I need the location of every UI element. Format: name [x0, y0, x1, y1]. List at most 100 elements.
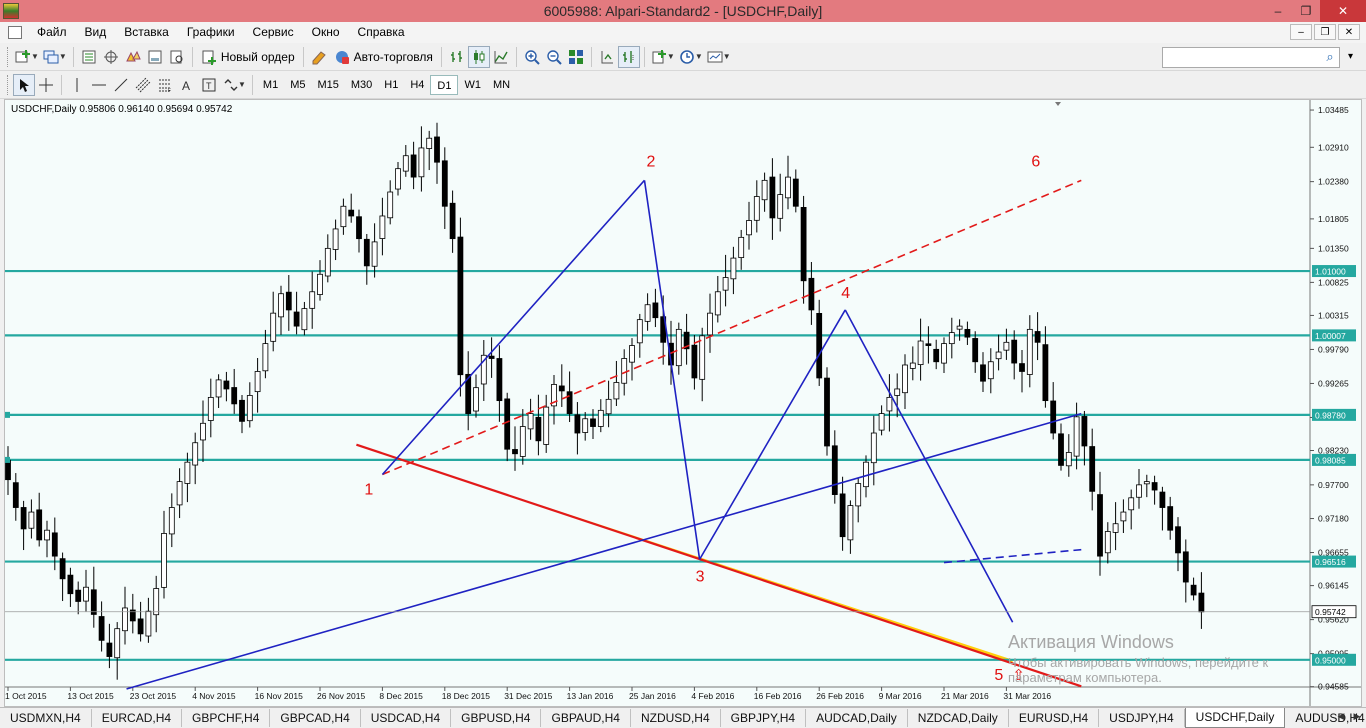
auto-scroll-button[interactable] — [596, 46, 618, 68]
price-chart[interactable]: 1.03485 1.02910 1.02380 1.01805 1.01350 1.008… — [5, 100, 1362, 707]
menu-help[interactable]: Справка — [349, 22, 414, 43]
timeframe-m1-button[interactable]: M1 — [257, 75, 284, 95]
chart-tab-audcad-daily[interactable]: AUDCAD,Daily — [806, 709, 908, 727]
menu-insert[interactable]: Вставка — [115, 22, 178, 43]
chart-tab-gbpaud-h4[interactable]: GBPAUD,H4 — [541, 709, 631, 727]
chart-tab-eurcad-h4[interactable]: EURCAD,H4 — [92, 709, 183, 727]
timeframe-m5-button[interactable]: M5 — [284, 75, 311, 95]
horizontal-line-button[interactable] — [88, 74, 110, 96]
timeframe-m15-button[interactable]: M15 — [311, 75, 344, 95]
indicators-button[interactable]: ▼ — [649, 46, 677, 68]
candle-body — [699, 335, 706, 380]
candle-body — [753, 196, 760, 221]
level-price-label: 0.98085 — [1315, 455, 1346, 465]
cursor-button[interactable] — [13, 73, 35, 96]
candle-body — [902, 364, 908, 394]
wave-label-3: 3 — [696, 568, 705, 585]
timeframe-d1-button[interactable]: D1 — [430, 74, 459, 95]
chart-shift-button[interactable] — [617, 45, 640, 68]
chart-tab-gbpusd-h4[interactable]: GBPUSD,H4 — [451, 709, 542, 727]
app-icon[interactable] — [3, 3, 19, 19]
candle-body — [722, 277, 729, 291]
chart-tab-nzdcad-daily[interactable]: NZDCAD,Daily — [908, 709, 1009, 727]
chart-tab-usdcad-h4[interactable]: USDCAD,H4 — [361, 709, 452, 727]
new-chart-button[interactable]: ▼ — [13, 46, 41, 68]
search-icon[interactable]: ⌕ — [1322, 49, 1338, 65]
mdi-close-button[interactable]: ✕ — [1338, 24, 1360, 40]
text-label-button[interactable]: T — [198, 74, 220, 96]
vertical-line-button[interactable] — [66, 74, 88, 96]
equidistant-channel-button[interactable] — [132, 74, 154, 96]
timeframe-m30-button[interactable]: M30 — [345, 75, 378, 95]
candle-body — [847, 505, 854, 541]
candle-body — [1042, 344, 1049, 402]
arrows-button[interactable]: ▼ — [220, 74, 248, 96]
candlestick-button[interactable] — [467, 45, 490, 68]
mdi-restore-button[interactable]: ❐ — [1314, 24, 1336, 40]
navigator-button[interactable] — [122, 46, 144, 68]
chart-tab-eurusd-h4[interactable]: EURUSD,H4 — [1009, 709, 1100, 727]
chart-tab-gbpcad-h4[interactable]: GBPCAD,H4 — [270, 709, 361, 727]
crosshair-button[interactable] — [35, 74, 57, 96]
profiles-button[interactable]: ▼ — [41, 46, 69, 68]
menu-file[interactable]: Файл — [28, 22, 76, 43]
timeframe-w1-button[interactable]: W1 — [458, 75, 487, 95]
toolbar-grip[interactable] — [7, 46, 10, 67]
templates-button[interactable]: ▼ — [705, 46, 733, 68]
close-button[interactable]: ✕ — [1320, 0, 1366, 22]
timeframe-h4-button[interactable]: H4 — [404, 75, 430, 95]
tab-scroll-right-icon[interactable]: ▶ — [1350, 709, 1364, 723]
periods-button[interactable]: ▼ — [677, 46, 705, 68]
toolbar-separator — [440, 46, 442, 67]
wave-label-4: 4 — [841, 285, 850, 302]
market-watch-button[interactable] — [78, 46, 100, 68]
menu-charts[interactable]: Графики — [178, 22, 244, 43]
line-chart-button[interactable] — [490, 46, 512, 68]
svg-text:F: F — [168, 88, 171, 93]
candle-body — [636, 319, 643, 344]
zoom-in-button[interactable] — [521, 46, 543, 68]
zoom-out-button[interactable] — [543, 46, 565, 68]
text-button[interactable]: A — [176, 74, 198, 96]
tile-windows-button[interactable] — [565, 46, 587, 68]
candle-body — [496, 358, 503, 402]
toolbar-grip[interactable] — [7, 74, 10, 95]
metaeditor-button[interactable] — [308, 46, 330, 68]
search-input[interactable] — [1162, 47, 1340, 68]
candle-body — [987, 361, 994, 380]
data-window-button[interactable] — [100, 46, 122, 68]
menu-tools[interactable]: Сервис — [244, 22, 303, 43]
fibonacci-button[interactable]: F — [154, 74, 176, 96]
timeframe-h1-button[interactable]: H1 — [378, 75, 404, 95]
minimize-button[interactable]: ‒ — [1264, 0, 1292, 22]
restore-button[interactable]: ❐ — [1292, 0, 1320, 22]
trendline-button[interactable] — [110, 74, 132, 96]
chart-tab-gbpjpy-h4[interactable]: GBPJPY,H4 — [721, 709, 807, 727]
timeframe-mn-button[interactable]: MN — [487, 75, 516, 95]
strategy-tester-button[interactable] — [166, 46, 188, 68]
candle-body — [239, 399, 245, 422]
new-order-button[interactable]: Новый ордер — [197, 49, 299, 65]
chart-tab-usdchf-daily[interactable]: USDCHF,Daily — [1184, 708, 1286, 728]
candle-body — [1034, 331, 1041, 343]
x-tick-label: 25 Jan 2016 — [629, 691, 676, 701]
chart-tab-usdjpy-h4[interactable]: USDJPY,H4 — [1099, 709, 1185, 727]
bar-chart-button[interactable] — [446, 46, 468, 68]
document-icon[interactable] — [8, 26, 22, 39]
x-tick-label: 4 Nov 2015 — [192, 691, 236, 701]
y-tick-label: 1.03485 — [1318, 105, 1349, 115]
candle-body — [449, 202, 456, 240]
menu-window[interactable]: Окно — [303, 22, 349, 43]
candle-body — [800, 207, 807, 282]
tab-scroll-left-icon[interactable]: ◀ — [1334, 709, 1348, 723]
toolbar-overflow-icon[interactable]: ▾ — [1348, 51, 1360, 63]
chart-tab-gbpchf-h4[interactable]: GBPCHF,H4 — [182, 709, 271, 727]
chart-window[interactable]: 1.03485 1.02910 1.02380 1.01805 1.01350 1.008… — [4, 99, 1362, 707]
terminal-button[interactable] — [144, 46, 166, 68]
chart-tab-nzdusd-h4[interactable]: NZDUSD,H4 — [631, 709, 721, 727]
menu-view[interactable]: Вид — [76, 22, 116, 43]
mdi-minimize-button[interactable]: ‒ — [1290, 24, 1312, 40]
auto-trading-button[interactable]: Авто-торговля — [330, 49, 437, 65]
chart-tab-usdmxn-h4[interactable]: USDMXN,H4 — [0, 709, 92, 727]
candle-body — [75, 589, 82, 602]
